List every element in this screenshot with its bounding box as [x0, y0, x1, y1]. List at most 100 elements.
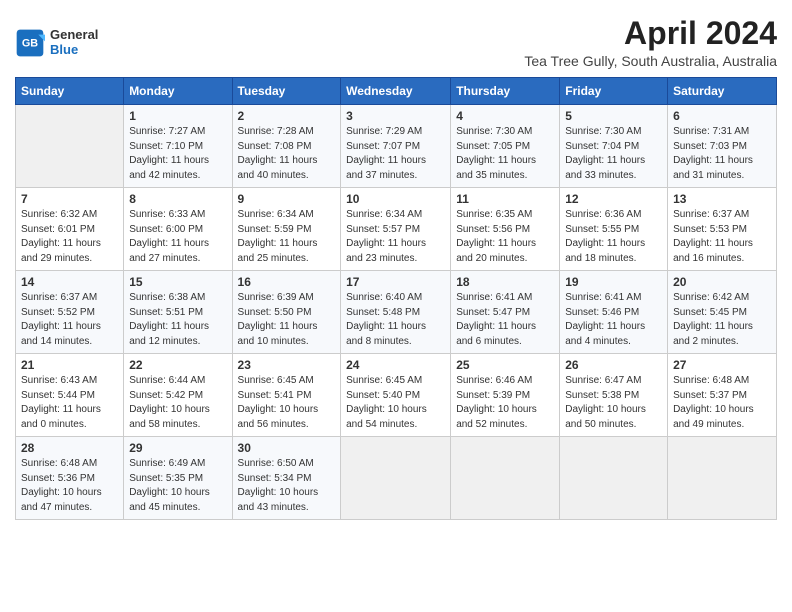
day-number: 2: [238, 109, 336, 123]
day-number: 10: [346, 192, 445, 206]
day-number: 27: [673, 358, 771, 372]
day-info: Sunrise: 6:37 AMSunset: 5:52 PMDaylight:…: [21, 291, 118, 349]
calendar-week-row: 7 Sunrise: 6:32 AMSunset: 6:01 PMDaylight…: [16, 188, 777, 271]
calendar-cell: 11Sunrise: 6:35 AMSunset: 5:56 PMDayligh…: [451, 188, 560, 271]
day-info: Sunrise: 6:44 AMSunset: 5:42 PMDaylight:…: [129, 374, 226, 432]
calendar-week-row: 21 Sunrise: 6:43 AMSunset: 5:44 PMDayligh…: [16, 354, 777, 437]
day-of-week-header: Friday: [560, 78, 668, 105]
day-info: Sunrise: 6:43 AMSunset: 5:44 PMDaylight:…: [21, 374, 118, 432]
calendar-week-row: 14 Sunrise: 6:37 AMSunset: 5:52 PMDayligh…: [16, 271, 777, 354]
logo-icon: GB: [15, 28, 45, 58]
calendar-cell: 28Sunrise: 6:48 AMSunset: 5:36 PMDayligh…: [16, 437, 124, 520]
logo-blue: Blue: [50, 43, 98, 57]
day-number: 28: [21, 441, 118, 455]
calendar-cell: 26Sunrise: 6:47 AMSunset: 5:38 PMDayligh…: [560, 354, 668, 437]
calendar-cell: [451, 437, 560, 520]
day-info: Sunrise: 6:34 AMSunset: 5:57 PMDaylight:…: [346, 208, 445, 266]
day-info: Sunrise: 7:27 AMSunset: 7:10 PMDaylight:…: [129, 125, 226, 183]
calendar-cell: 18Sunrise: 6:41 AMSunset: 5:47 PMDayligh…: [451, 271, 560, 354]
day-info: Sunrise: 6:32 AMSunset: 6:01 PMDaylight:…: [21, 208, 118, 266]
day-of-week-header: Wednesday: [341, 78, 451, 105]
day-info: Sunrise: 6:45 AMSunset: 5:41 PMDaylight:…: [238, 374, 336, 432]
day-number: 24: [346, 358, 445, 372]
calendar-cell: 7 Sunrise: 6:32 AMSunset: 6:01 PMDaylight…: [16, 188, 124, 271]
calendar-cell: 5 Sunrise: 7:30 AMSunset: 7:04 PMDaylight…: [560, 105, 668, 188]
day-number: 9: [238, 192, 336, 206]
month-title: April 2024: [524, 16, 777, 51]
day-number: 19: [565, 275, 662, 289]
calendar-cell: [560, 437, 668, 520]
day-info: Sunrise: 6:48 AMSunset: 5:37 PMDaylight:…: [673, 374, 771, 432]
subtitle: Tea Tree Gully, South Australia, Austral…: [524, 53, 777, 69]
day-number: 23: [238, 358, 336, 372]
day-info: Sunrise: 7:29 AMSunset: 7:07 PMDaylight:…: [346, 125, 445, 183]
calendar-cell: 29 Sunrise: 6:49 AMSunset: 5:35 PMDayligh…: [124, 437, 232, 520]
day-number: 21: [21, 358, 118, 372]
day-number: 20: [673, 275, 771, 289]
calendar-cell: 8 Sunrise: 6:33 AMSunset: 6:00 PMDaylight…: [124, 188, 232, 271]
day-number: 18: [456, 275, 554, 289]
calendar-cell: 27 Sunrise: 6:48 AMSunset: 5:37 PMDayligh…: [668, 354, 777, 437]
day-number: 17: [346, 275, 445, 289]
calendar-cell: 20 Sunrise: 6:42 AMSunset: 5:45 PMDayligh…: [668, 271, 777, 354]
day-info: Sunrise: 6:42 AMSunset: 5:45 PMDaylight:…: [673, 291, 771, 349]
day-info: Sunrise: 6:50 AMSunset: 5:34 PMDaylight:…: [238, 457, 336, 515]
calendar-cell: 9 Sunrise: 6:34 AMSunset: 5:59 PMDaylight…: [232, 188, 341, 271]
day-number: 13: [673, 192, 771, 206]
day-info: Sunrise: 6:34 AMSunset: 5:59 PMDaylight:…: [238, 208, 336, 266]
day-info: Sunrise: 7:30 AMSunset: 7:05 PMDaylight:…: [456, 125, 554, 183]
calendar-cell: 4 Sunrise: 7:30 AMSunset: 7:05 PMDaylight…: [451, 105, 560, 188]
calendar-cell: 12 Sunrise: 6:36 AMSunset: 5:55 PMDayligh…: [560, 188, 668, 271]
calendar-cell: 25 Sunrise: 6:46 AMSunset: 5:39 PMDayligh…: [451, 354, 560, 437]
day-info: Sunrise: 6:37 AMSunset: 5:53 PMDaylight:…: [673, 208, 771, 266]
logo-text: General Blue: [50, 28, 98, 57]
day-info: Sunrise: 7:30 AMSunset: 7:04 PMDaylight:…: [565, 125, 662, 183]
day-of-week-header: Tuesday: [232, 78, 341, 105]
day-number: 8: [129, 192, 226, 206]
calendar-table: SundayMondayTuesdayWednesdayThursdayFrid…: [15, 77, 777, 520]
calendar-cell: 3Sunrise: 7:29 AMSunset: 7:07 PMDaylight…: [341, 105, 451, 188]
day-number: 22: [129, 358, 226, 372]
calendar-cell: [16, 105, 124, 188]
day-info: Sunrise: 7:31 AMSunset: 7:03 PMDaylight:…: [673, 125, 771, 183]
calendar-cell: 21 Sunrise: 6:43 AMSunset: 5:44 PMDayligh…: [16, 354, 124, 437]
day-number: 12: [565, 192, 662, 206]
day-info: Sunrise: 6:36 AMSunset: 5:55 PMDaylight:…: [565, 208, 662, 266]
day-number: 29: [129, 441, 226, 455]
title-block: April 2024 Tea Tree Gully, South Austral…: [524, 16, 777, 69]
header-row: SundayMondayTuesdayWednesdayThursdayFrid…: [16, 78, 777, 105]
day-number: 6: [673, 109, 771, 123]
day-info: Sunrise: 6:47 AMSunset: 5:38 PMDaylight:…: [565, 374, 662, 432]
calendar-cell: 6 Sunrise: 7:31 AMSunset: 7:03 PMDaylight…: [668, 105, 777, 188]
day-number: 5: [565, 109, 662, 123]
logo-general: General: [50, 28, 98, 42]
calendar-cell: 16 Sunrise: 6:39 AMSunset: 5:50 PMDayligh…: [232, 271, 341, 354]
calendar-cell: 15Sunrise: 6:38 AMSunset: 5:51 PMDayligh…: [124, 271, 232, 354]
day-info: Sunrise: 6:33 AMSunset: 6:00 PMDaylight:…: [129, 208, 226, 266]
day-info: Sunrise: 6:40 AMSunset: 5:48 PMDaylight:…: [346, 291, 445, 349]
calendar-week-row: 28Sunrise: 6:48 AMSunset: 5:36 PMDayligh…: [16, 437, 777, 520]
svg-text:GB: GB: [22, 37, 38, 49]
day-number: 4: [456, 109, 554, 123]
day-of-week-header: Saturday: [668, 78, 777, 105]
calendar-cell: 2Sunrise: 7:28 AMSunset: 7:08 PMDaylight…: [232, 105, 341, 188]
day-number: 30: [238, 441, 336, 455]
day-number: 15: [129, 275, 226, 289]
calendar-cell: 19 Sunrise: 6:41 AMSunset: 5:46 PMDayligh…: [560, 271, 668, 354]
day-number: 16: [238, 275, 336, 289]
day-number: 14: [21, 275, 118, 289]
day-number: 7: [21, 192, 118, 206]
day-info: Sunrise: 6:46 AMSunset: 5:39 PMDaylight:…: [456, 374, 554, 432]
calendar-cell: 14 Sunrise: 6:37 AMSunset: 5:52 PMDayligh…: [16, 271, 124, 354]
calendar-cell: 1 Sunrise: 7:27 AMSunset: 7:10 PMDaylight…: [124, 105, 232, 188]
calendar-header: SundayMondayTuesdayWednesdayThursdayFrid…: [16, 78, 777, 105]
day-number: 25: [456, 358, 554, 372]
day-info: Sunrise: 6:41 AMSunset: 5:46 PMDaylight:…: [565, 291, 662, 349]
calendar-cell: 24Sunrise: 6:45 AMSunset: 5:40 PMDayligh…: [341, 354, 451, 437]
day-info: Sunrise: 6:49 AMSunset: 5:35 PMDaylight:…: [129, 457, 226, 515]
calendar-cell: [668, 437, 777, 520]
day-info: Sunrise: 6:39 AMSunset: 5:50 PMDaylight:…: [238, 291, 336, 349]
calendar-cell: 13 Sunrise: 6:37 AMSunset: 5:53 PMDayligh…: [668, 188, 777, 271]
day-number: 1: [129, 109, 226, 123]
calendar-week-row: 1 Sunrise: 7:27 AMSunset: 7:10 PMDaylight…: [16, 105, 777, 188]
